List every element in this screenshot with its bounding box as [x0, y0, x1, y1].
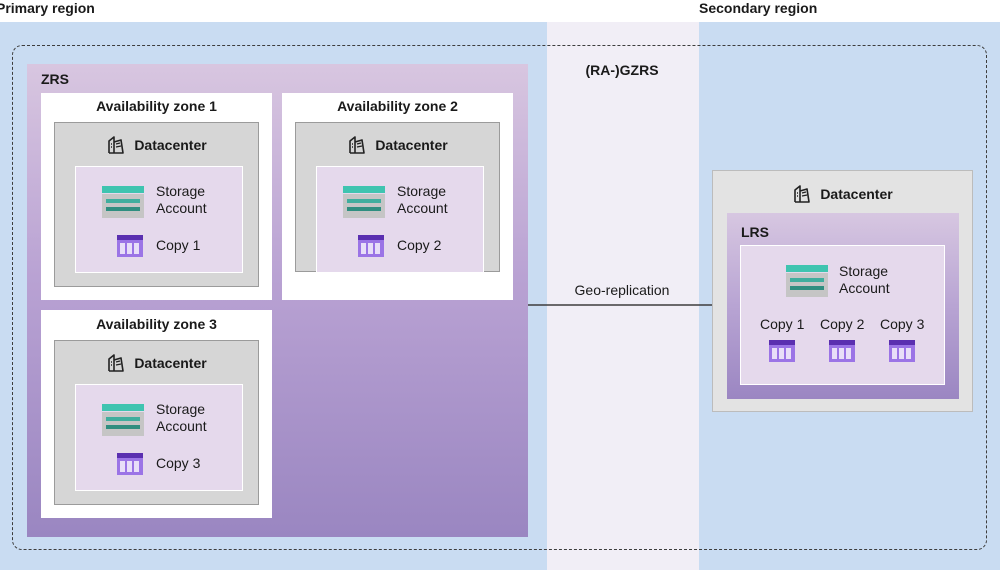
storage-account-label: Storage Account [156, 183, 207, 217]
datacenter-icon [106, 353, 126, 373]
storage-account-icon [343, 186, 385, 218]
gzrs-label: (RA-)GZRS [585, 62, 659, 78]
primary-region-label: Primary region [0, 0, 95, 16]
geo-replication-label: Geo-replication [574, 282, 670, 298]
storage-label-line1: Storage [156, 401, 206, 417]
datacenter: Datacenter Storage Account Copy 2 [295, 122, 500, 273]
storage-account-icon [786, 265, 828, 297]
storage-label-line2: Account [156, 200, 207, 216]
storage-account-icon [102, 186, 144, 218]
copy-label: Copy 1 [156, 237, 201, 253]
datacenter-label: Datacenter [375, 137, 448, 153]
datacenter-header: Datacenter [55, 353, 258, 373]
storage-label-line2: Account [839, 280, 890, 296]
datacenter-label: Datacenter [134, 137, 207, 153]
storage-account-label: Storage Account [397, 183, 448, 217]
datacenter: Datacenter Storage Account Copy 3 [54, 340, 259, 505]
copy-label: Copy 2 [820, 316, 865, 332]
copy-icon [829, 340, 855, 362]
datacenter-label: Datacenter [134, 355, 207, 371]
zrs-label: ZRS [41, 71, 69, 87]
copy-icon [358, 235, 384, 257]
availability-zone-1: Availability zone 1 Datacenter Storage A… [41, 93, 272, 300]
copy-icon [769, 340, 795, 362]
datacenter-label: Datacenter [820, 186, 893, 202]
copy-icon [889, 340, 915, 362]
copy-label: Copy 1 [760, 316, 805, 332]
copy-icon [117, 453, 143, 475]
availability-zone-3: Availability zone 3 Datacenter Storage A… [41, 310, 272, 518]
storage-label-line1: Storage [397, 183, 447, 199]
availability-zone-title: Availability zone 3 [96, 316, 217, 332]
storage-label-line2: Account [397, 200, 448, 216]
storage-account-box: Storage Account Copy 3 [75, 384, 243, 491]
datacenter-icon [347, 135, 367, 155]
storage-account-box: Storage Account Copy 1 Copy 2 Copy 3 [740, 245, 945, 385]
availability-zone-2: Availability zone 2 Datacenter Storage A… [282, 93, 513, 300]
storage-label-line1: Storage [839, 263, 889, 279]
datacenter-header: Datacenter [55, 135, 258, 155]
secondary-region-label: Secondary region [699, 0, 818, 16]
storage-label-line2: Account [156, 418, 207, 434]
availability-zone-title: Availability zone 2 [337, 98, 458, 114]
copy-label: Copy 2 [397, 237, 442, 253]
storage-account-label: Storage Account [839, 263, 890, 297]
lrs-label: LRS [741, 224, 769, 240]
datacenter: Datacenter Storage Account Copy 1 [54, 122, 259, 287]
datacenter-header: Datacenter [296, 135, 499, 155]
datacenter-icon [106, 135, 126, 155]
storage-account-label: Storage Account [156, 401, 207, 435]
availability-zone-title: Availability zone 1 [96, 98, 217, 114]
storage-account-box: Storage Account Copy 2 [316, 166, 484, 273]
copy-label: Copy 3 [156, 455, 201, 471]
storage-label-line1: Storage [156, 183, 206, 199]
datacenter-header: Datacenter [713, 184, 972, 204]
storage-account-box: Storage Account Copy 1 [75, 166, 243, 273]
secondary-datacenter: Datacenter LRS Storage Account Copy 1 Co… [712, 170, 973, 412]
copy-icon [117, 235, 143, 257]
storage-account-icon [102, 404, 144, 436]
datacenter-icon [792, 184, 812, 204]
copy-label: Copy 3 [880, 316, 925, 332]
lrs-container: LRS Storage Account Copy 1 Copy 2 Copy 3 [727, 213, 959, 399]
